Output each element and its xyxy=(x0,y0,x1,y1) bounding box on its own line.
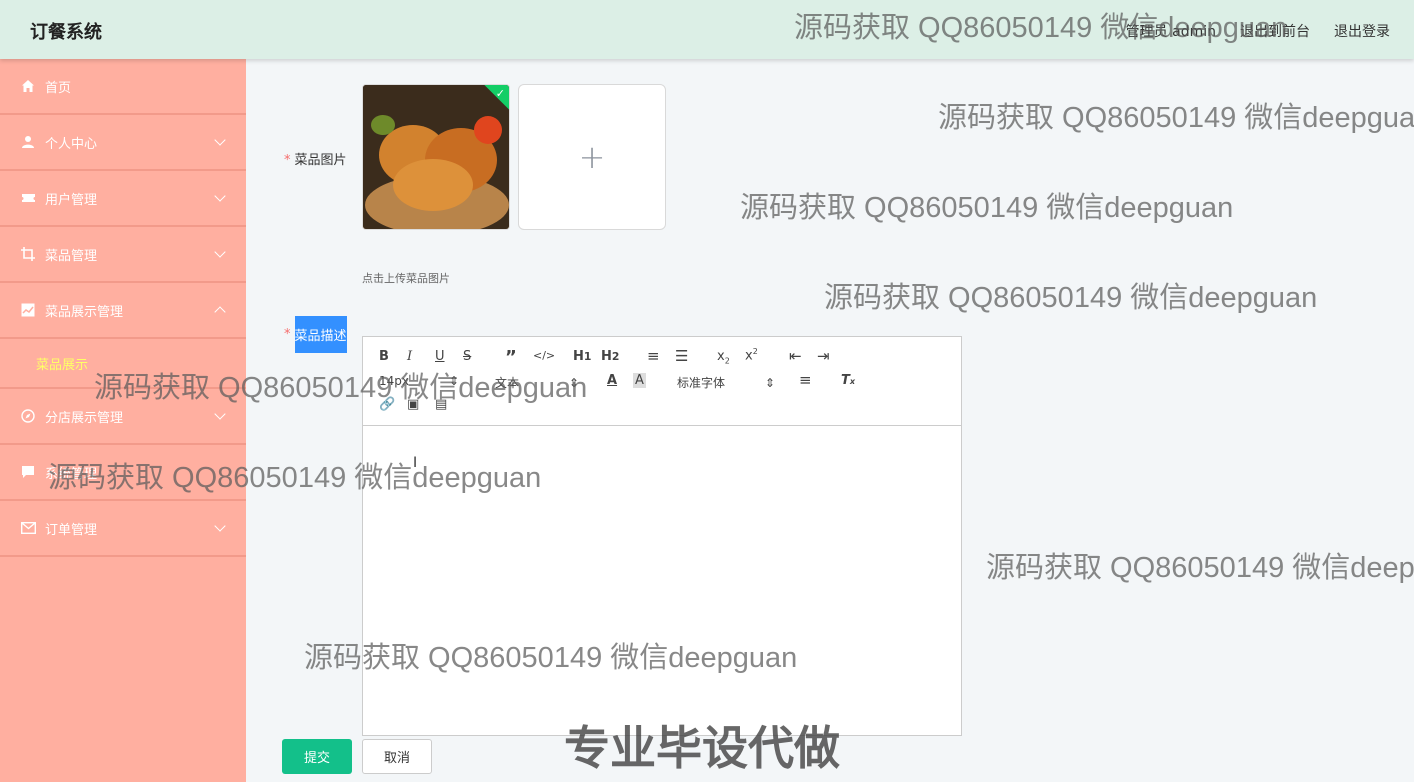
current-user-label: 管理员 admin xyxy=(1125,24,1216,40)
watermark: 源码获取 QQ86050149 微信deepguan xyxy=(938,102,1414,134)
watermark: 源码获取 QQ86050149 微信deepguan xyxy=(740,192,1234,224)
app-title: 订餐系统 xyxy=(30,22,102,43)
watermark-layer: 源码获取 QQ86050149 微信deepguan 源码获取 QQ860501… xyxy=(0,0,1414,782)
watermark: 源码获取 QQ86050149 微信deepguan xyxy=(48,462,542,494)
watermark: 源码获取 QQ86050149 微信deepguan xyxy=(304,642,798,674)
watermark: 源码获取 QQ86050149 微信deepguan xyxy=(824,282,1318,314)
header-actions: 管理员 admin 退出到前台 退出登录 xyxy=(1126,21,1390,41)
watermark: 源码获取 QQ86050149 微信deepguan xyxy=(94,372,588,404)
promo-watermark: 专业毕设代做 xyxy=(564,721,840,775)
logout-link[interactable]: 退出登录 xyxy=(1334,21,1390,41)
top-header: 订餐系统 管理员 admin 退出到前台 退出登录 xyxy=(0,0,1414,59)
watermark: 源码获取 QQ86050149 微信deepguan xyxy=(986,552,1414,584)
exit-to-front-link[interactable]: 退出到前台 xyxy=(1240,21,1310,41)
